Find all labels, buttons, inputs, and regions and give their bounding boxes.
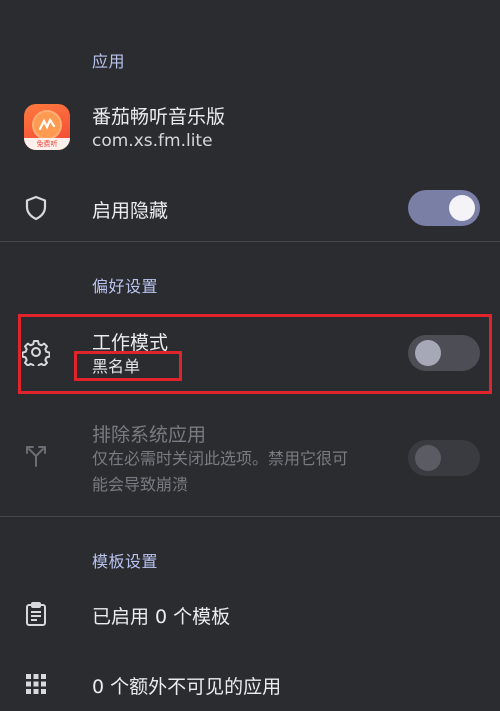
hide-app-switch[interactable]: [408, 190, 480, 226]
exclude-system-row[interactable]: 排除系统应用 仅在必需时关闭此选项。禁用它很可 能会导致崩溃: [0, 418, 500, 498]
extra-invisible-label: 0 个额外不可见的应用: [92, 676, 282, 698]
templates-enabled-row[interactable]: 已启用 0 个模板: [0, 592, 500, 638]
exclude-system-desc-2: 能会导致崩溃: [92, 475, 189, 494]
app-package: com.xs.fm.lite: [92, 131, 213, 151]
hide-app-row[interactable]: 启用隐藏: [0, 180, 500, 236]
app-icon: 免费听: [24, 104, 70, 150]
exclude-system-switch[interactable]: [408, 440, 480, 476]
app-icon-disc: [32, 110, 62, 140]
exclude-system-label: 排除系统应用: [92, 424, 207, 446]
switch-thumb: [415, 445, 441, 471]
section-header-templates: 模板设置: [92, 552, 159, 571]
clipboard-icon: [26, 602, 46, 626]
extra-invisible-row[interactable]: 0 个额外不可见的应用: [0, 662, 500, 708]
switch-thumb: [449, 195, 475, 221]
app-icon-badge: 免费听: [24, 138, 70, 150]
grid-icon: [26, 674, 46, 694]
section-header-app: 应用: [92, 52, 126, 71]
hide-app-label: 启用隐藏: [92, 200, 169, 222]
highlight-box-value: [74, 351, 182, 381]
fork-arrow-icon: [26, 446, 46, 467]
app-info-row: 免费听 番茄畅听音乐版 com.xs.fm.lite: [0, 96, 500, 160]
divider: [0, 516, 500, 517]
app-name: 番茄畅听音乐版: [92, 106, 226, 128]
templates-enabled-label: 已启用 0 个模板: [92, 606, 231, 628]
sound-wave-icon: [38, 117, 56, 131]
exclude-system-desc-1: 仅在必需时关闭此选项。禁用它很可: [92, 449, 349, 468]
section-header-preferences: 偏好设置: [92, 277, 159, 296]
divider: [0, 241, 500, 242]
shield-icon: [25, 195, 47, 221]
